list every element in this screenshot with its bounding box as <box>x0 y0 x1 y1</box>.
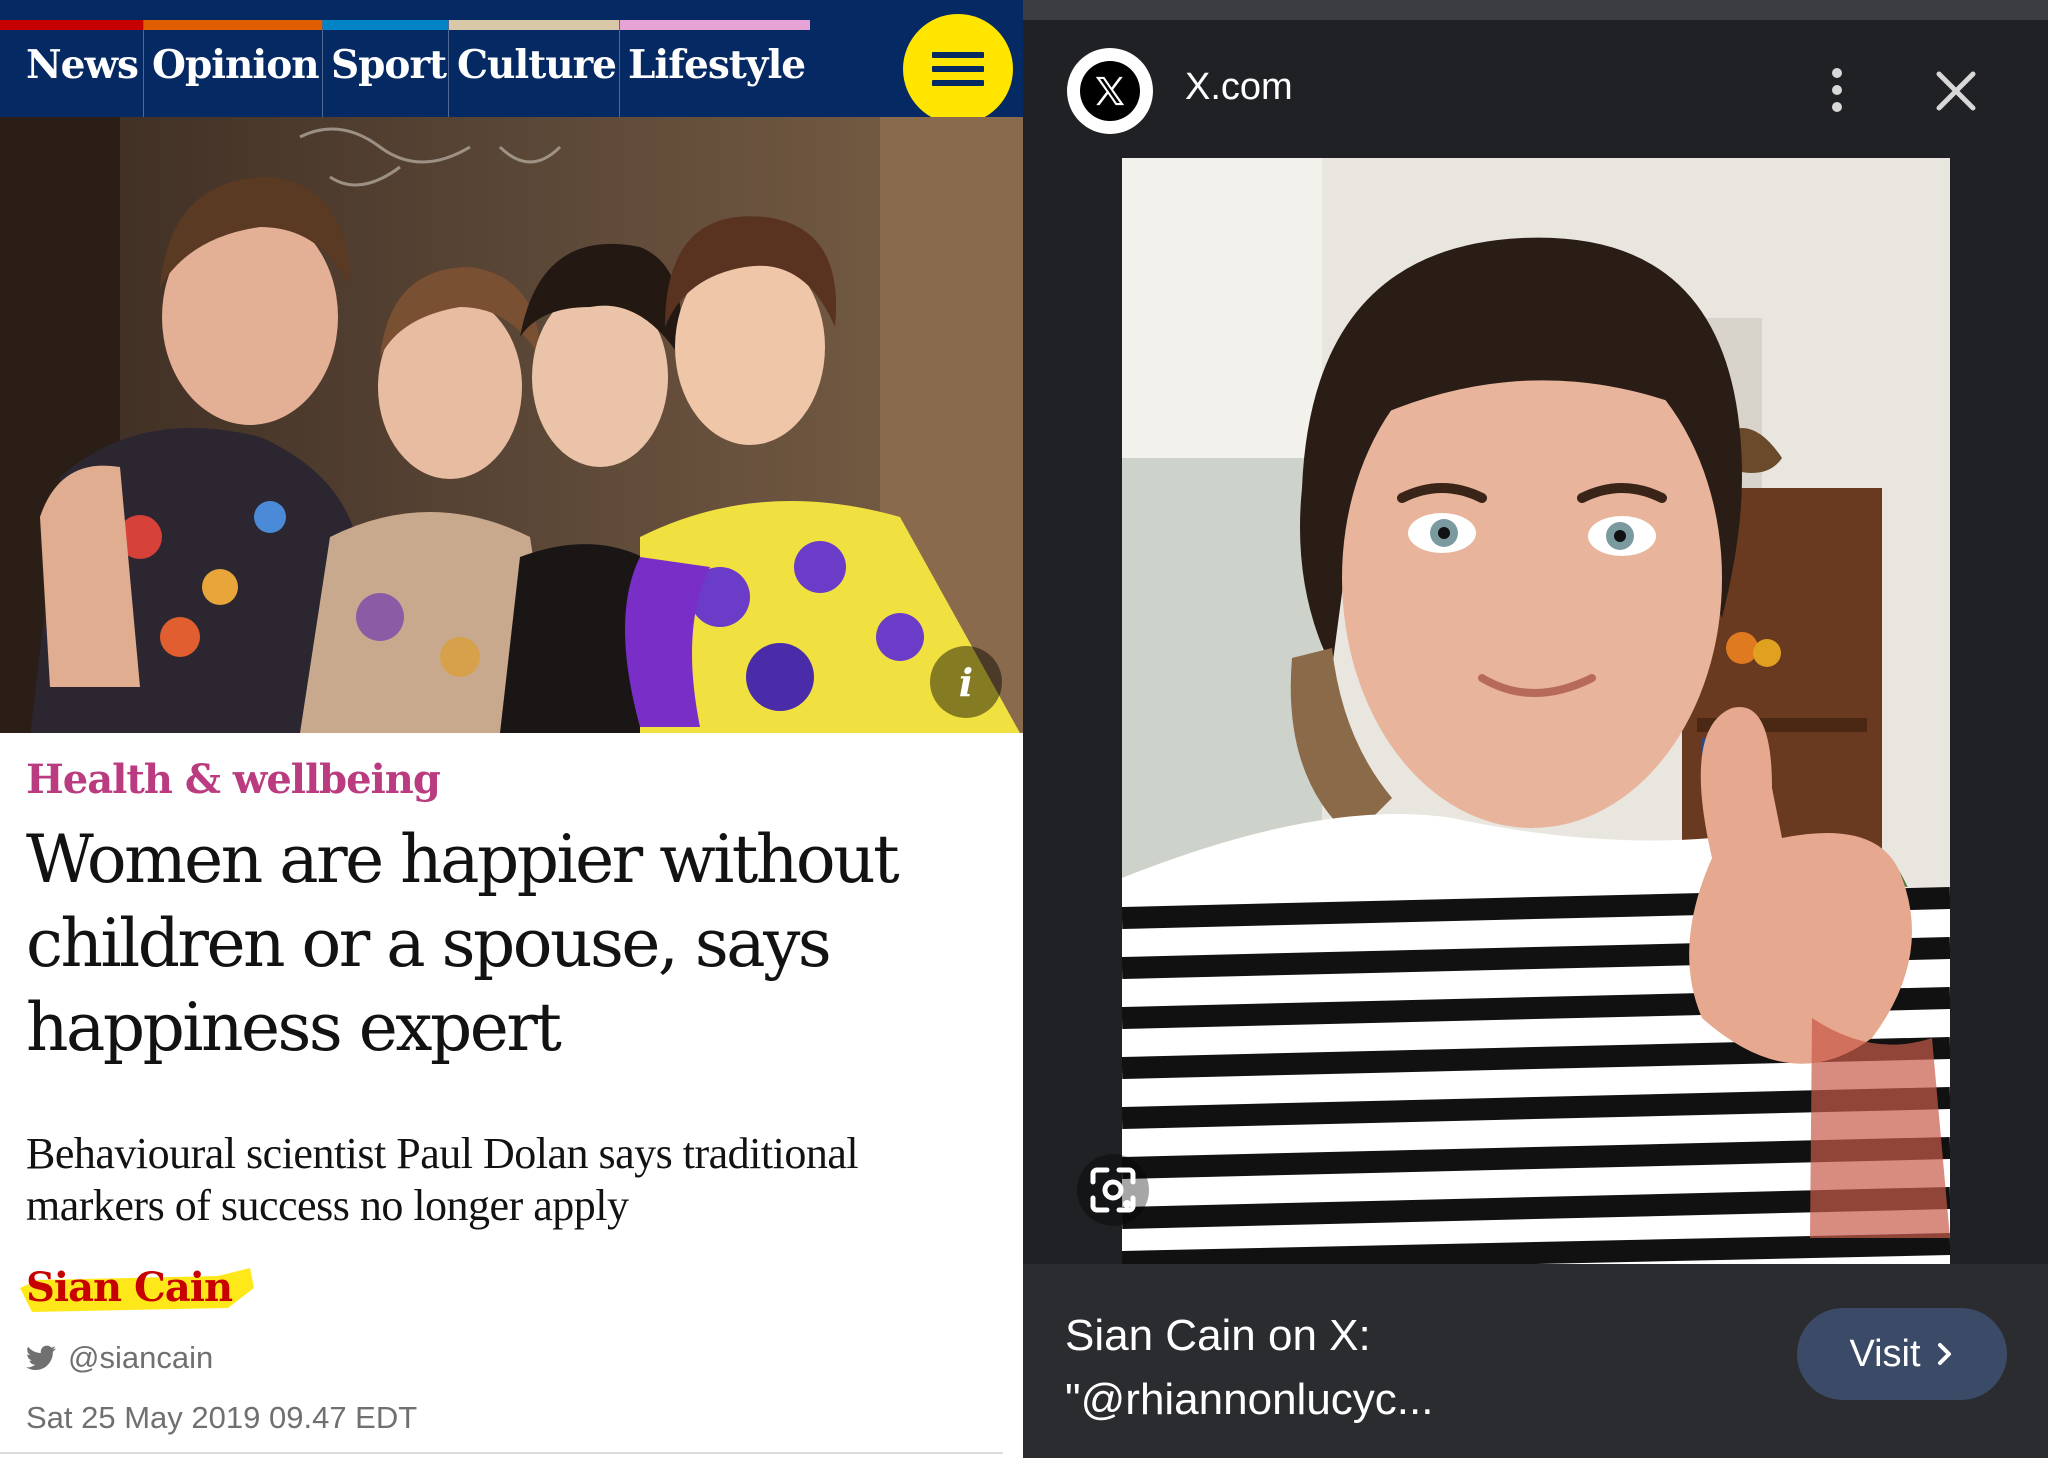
nav-sport-accent <box>323 20 449 30</box>
menu-button[interactable] <box>903 14 1013 124</box>
nav-item-culture[interactable]: Culture <box>448 20 620 117</box>
twitter-handle-text: @siancain <box>68 1340 214 1375</box>
preview-title[interactable]: Sian Cain on X: "@rhiannonlucyc... <box>1065 1304 1665 1432</box>
group-photo-illustration <box>0 117 1023 733</box>
visit-button[interactable]: Visit <box>1797 1308 2007 1400</box>
nav-culture-accent <box>449 20 620 30</box>
preview-image[interactable] <box>1122 158 1950 1264</box>
nav-item-label: Sport <box>331 42 447 88</box>
publish-date: Sat 25 May 2019 09.47 EDT <box>26 1400 418 1435</box>
nav-lifestyle-accent <box>620 20 810 30</box>
byline[interactable]: Sian Cain <box>18 1248 258 1318</box>
image-info-button[interactable]: i <box>930 646 1002 718</box>
nav-item-label: News <box>26 42 139 88</box>
visit-label: Visit <box>1849 1332 1921 1375</box>
author-name: Sian Cain <box>26 1264 233 1311</box>
hamburger-line <box>932 80 984 86</box>
nav-item-lifestyle[interactable]: Lifestyle <box>619 20 810 117</box>
more-options-button[interactable] <box>1817 62 1857 118</box>
nav-opinion-accent <box>144 20 323 30</box>
twitter-bird-icon <box>26 1345 56 1370</box>
article-headline: Women are happier without children or a … <box>26 821 900 1066</box>
kebab-dot <box>1832 102 1842 112</box>
x-logo-icon <box>1080 61 1140 121</box>
top-navigation: News Opinion Sport Culture Lifestyle <box>0 0 1023 124</box>
more-vert-icon <box>1832 68 1842 78</box>
site-name: X.com <box>1185 66 1293 108</box>
hamburger-menu-icon <box>932 52 984 58</box>
preview-footer: Sian Cain on X: "@rhiannonlucyc... Visit <box>1023 1264 2048 1458</box>
kebab-dot <box>1832 85 1842 95</box>
google-lens-icon <box>1077 1154 1149 1226</box>
close-icon <box>1936 71 1976 111</box>
link-preview-panel: X.com Sian Cain on X: "@rhiannonlucyc...… <box>1023 0 2048 1458</box>
nav-item-news[interactable]: News <box>0 20 143 117</box>
site-favicon <box>1067 48 1153 134</box>
status-strip <box>1023 0 2048 20</box>
selfie-illustration <box>1122 158 1950 1264</box>
nav-news-accent <box>0 20 143 30</box>
x-letter-glyph <box>1095 76 1125 106</box>
guardian-article-panel: News Opinion Sport Culture Lifestyle i H… <box>0 0 1023 1458</box>
google-lens-button[interactable] <box>1075 1152 1151 1228</box>
nav-item-sport[interactable]: Sport <box>322 20 449 117</box>
article-hero-image <box>0 117 1023 733</box>
divider <box>0 1452 1003 1454</box>
article-standfirst: Behavioural scientist Paul Dolan says tr… <box>26 1129 859 1230</box>
nav-item-opinion[interactable]: Opinion <box>143 20 323 117</box>
section-kicker[interactable]: Health & wellbeing <box>26 756 441 803</box>
hamburger-line <box>932 66 984 72</box>
chevron-right-icon <box>1937 1343 1951 1365</box>
author-twitter-link[interactable]: @siancain <box>26 1340 213 1376</box>
close-button[interactable] <box>1931 66 1981 116</box>
nav-item-label: Culture <box>457 42 617 88</box>
nav-item-label: Lifestyle <box>628 42 806 88</box>
nav-item-label: Opinion <box>152 42 320 88</box>
info-icon: i <box>958 659 974 705</box>
